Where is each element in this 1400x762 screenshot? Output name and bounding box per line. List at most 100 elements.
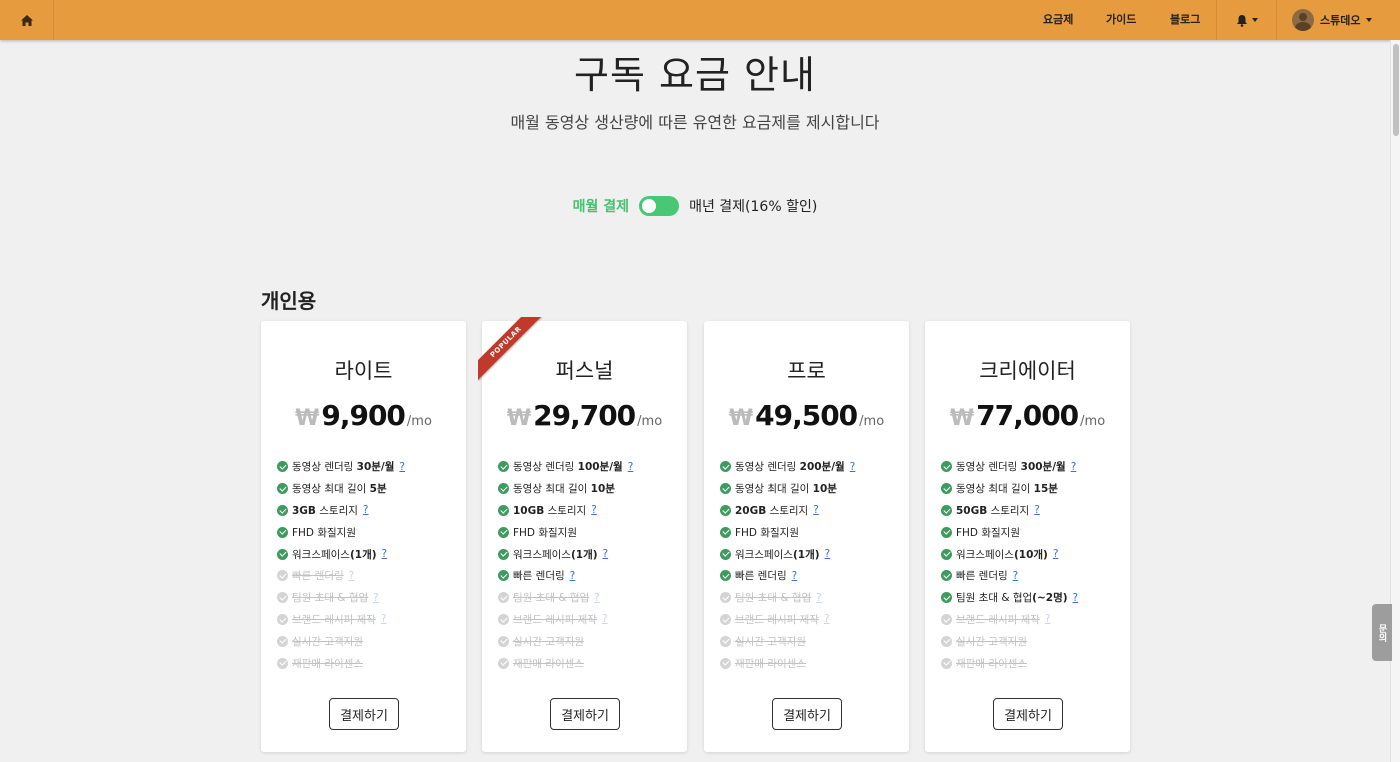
feature-value: (1개)	[792, 548, 820, 561]
feature-value: 20GB	[735, 504, 767, 517]
plan-card-creator: 크리에이터 ₩77,000/mo 동영상 렌더링 300분/월? 동영상 최대 길이 …	[925, 321, 1130, 752]
feature-text: 빠른 렌더링	[956, 568, 1008, 583]
currency-symbol: ₩	[506, 406, 532, 431]
plan-card-pro: 프로 ₩49,500/mo 동영상 렌더링 200분/월? 동영상 최대 길이 10분…	[704, 321, 909, 752]
price-amount: 9,900	[321, 399, 406, 432]
feature-item: 워크스페이스(1개)?	[720, 543, 905, 565]
feature-item: 팀원 초대 & 협업?	[720, 587, 905, 609]
check-circle-icon	[498, 526, 509, 538]
feature-item: 동영상 렌더링 300분/월?	[941, 456, 1126, 478]
feature-help-link[interactable]: ?	[603, 548, 609, 560]
feature-help-link[interactable]: ?	[373, 592, 379, 604]
feature-help-link[interactable]: ?	[792, 570, 798, 582]
billing-toggle[interactable]	[639, 196, 680, 216]
feature-item: 실시간 고객지원	[277, 630, 462, 652]
feature-label: FHD 화질지원	[513, 526, 577, 539]
check-circle-icon	[498, 461, 509, 473]
feature-label: 동영상 최대 길이	[292, 483, 370, 496]
feature-help-link[interactable]: ?	[850, 461, 856, 473]
feature-label: 재판매 라이센스	[735, 657, 806, 670]
feature-help-link[interactable]: ?	[824, 613, 830, 625]
feature-label: 팀원 초대 & 협업	[292, 592, 369, 605]
checkout-button[interactable]: 결제하기	[772, 698, 842, 730]
feature-value: (10개)	[1013, 548, 1048, 561]
feature-text: 워크스페이스(10개)	[956, 547, 1048, 562]
feature-text: FHD 화질지원	[513, 525, 577, 540]
feature-help-link[interactable]: ?	[628, 461, 634, 473]
plan-price: ₩49,500/mo	[704, 399, 909, 432]
plan-card-personal: POPULAR 퍼스널 ₩29,700/mo 동영상 렌더링 100분/월? 동영상 최…	[478, 317, 687, 752]
feature-text: 워크스페이스(1개)	[513, 547, 598, 562]
feature-text: 10GB 스토리지	[513, 503, 586, 518]
feature-help-link[interactable]: ?	[602, 613, 608, 625]
feature-text: 빠른 렌더링	[735, 568, 787, 583]
currency-symbol: ₩	[949, 406, 975, 431]
feature-item: 팀원 초대 & 협업?	[498, 587, 683, 609]
checkout-button[interactable]: 결제하기	[993, 698, 1063, 730]
feature-help-link[interactable]: ?	[1034, 504, 1040, 516]
contact-tab[interactable]: 문의	[1372, 604, 1392, 661]
nav-link-blog[interactable]: 블로그	[1170, 0, 1200, 40]
feature-help-link[interactable]: ?	[1045, 613, 1051, 625]
feature-text: 재판매 라이센스	[292, 656, 363, 671]
feature-help-link[interactable]: ?	[1071, 461, 1077, 473]
home-button[interactable]	[0, 0, 54, 40]
feature-list: 동영상 렌더링 30분/월? 동영상 최대 길이 5분 3GB 스토리지? FHD 화…	[277, 456, 462, 674]
feature-item: 워크스페이스(1개)?	[498, 543, 683, 565]
feature-value: (~2명)	[1032, 592, 1068, 605]
feature-item: FHD 화질지원	[277, 521, 462, 543]
feature-help-link[interactable]: ?	[349, 570, 355, 582]
feature-item: 브랜드 레시피 제작?	[720, 609, 905, 631]
contact-tab-label: 문의	[1376, 623, 1387, 642]
check-circle-icon	[277, 461, 288, 473]
feature-text: 실시간 고객지원	[735, 634, 806, 649]
checkout-button[interactable]: 결제하기	[329, 698, 399, 730]
nav-link-pricing[interactable]: 요금제	[1043, 0, 1073, 40]
feature-value: 3GB	[292, 504, 316, 517]
feature-help-link[interactable]: ?	[594, 592, 600, 604]
user-menu[interactable]: 스튜데오	[1292, 0, 1373, 40]
feature-text: 팀원 초대 & 협업	[735, 590, 811, 605]
chevron-down-icon	[1366, 18, 1373, 22]
check-circle-icon	[941, 461, 952, 473]
feature-label: 빠른 렌더링	[735, 570, 787, 583]
feature-help-link[interactable]: ?	[591, 504, 597, 516]
check-circle-icon	[277, 570, 288, 582]
feature-help-link[interactable]: ?	[1053, 548, 1059, 560]
notifications-button[interactable]	[1230, 0, 1264, 40]
feature-help-link[interactable]: ?	[570, 570, 576, 582]
feature-label: FHD 화질지원	[956, 526, 1020, 539]
feature-value: 200분/월	[799, 461, 845, 474]
scrollbar-thumb[interactable]	[1393, 44, 1399, 136]
check-circle-icon	[277, 657, 288, 669]
feature-help-link[interactable]: ?	[816, 592, 822, 604]
feature-help-link[interactable]: ?	[399, 461, 405, 473]
feature-value: 50GB	[956, 504, 988, 517]
feature-help-link[interactable]: ?	[363, 504, 369, 516]
nav-link-guide[interactable]: 가이드	[1106, 0, 1136, 40]
feature-label: 동영상 렌더링	[513, 461, 578, 474]
feature-label-suffix: 스토리지	[315, 504, 358, 517]
check-circle-icon	[277, 592, 288, 604]
feature-help-link[interactable]: ?	[1013, 570, 1019, 582]
feature-help-link[interactable]: ?	[813, 504, 819, 516]
feature-label: 동영상 렌더링	[735, 461, 800, 474]
billing-monthly-label[interactable]: 매월 결제	[573, 196, 629, 216]
feature-item: 10GB 스토리지?	[498, 500, 683, 522]
feature-label: 브랜드 레시피 제작	[513, 613, 597, 626]
feature-help-link[interactable]: ?	[1073, 592, 1079, 604]
check-circle-icon	[941, 504, 952, 516]
plan-name: 크리에이터	[979, 359, 1076, 383]
feature-help-link[interactable]: ?	[381, 613, 387, 625]
feature-text: 동영상 최대 길이 10분	[735, 481, 837, 496]
billing-yearly-label[interactable]: 매년 결제(16% 할인)	[689, 196, 817, 216]
feature-text: 빠른 렌더링	[292, 568, 344, 583]
feature-text: 3GB 스토리지	[292, 503, 358, 518]
feature-text: 동영상 렌더링 200분/월	[735, 459, 845, 474]
feature-help-link[interactable]: ?	[825, 548, 831, 560]
bell-icon	[1237, 14, 1247, 27]
check-circle-icon	[720, 635, 731, 647]
feature-help-link[interactable]: ?	[382, 548, 388, 560]
checkout-button[interactable]: 결제하기	[550, 698, 620, 730]
check-circle-icon	[720, 657, 731, 669]
